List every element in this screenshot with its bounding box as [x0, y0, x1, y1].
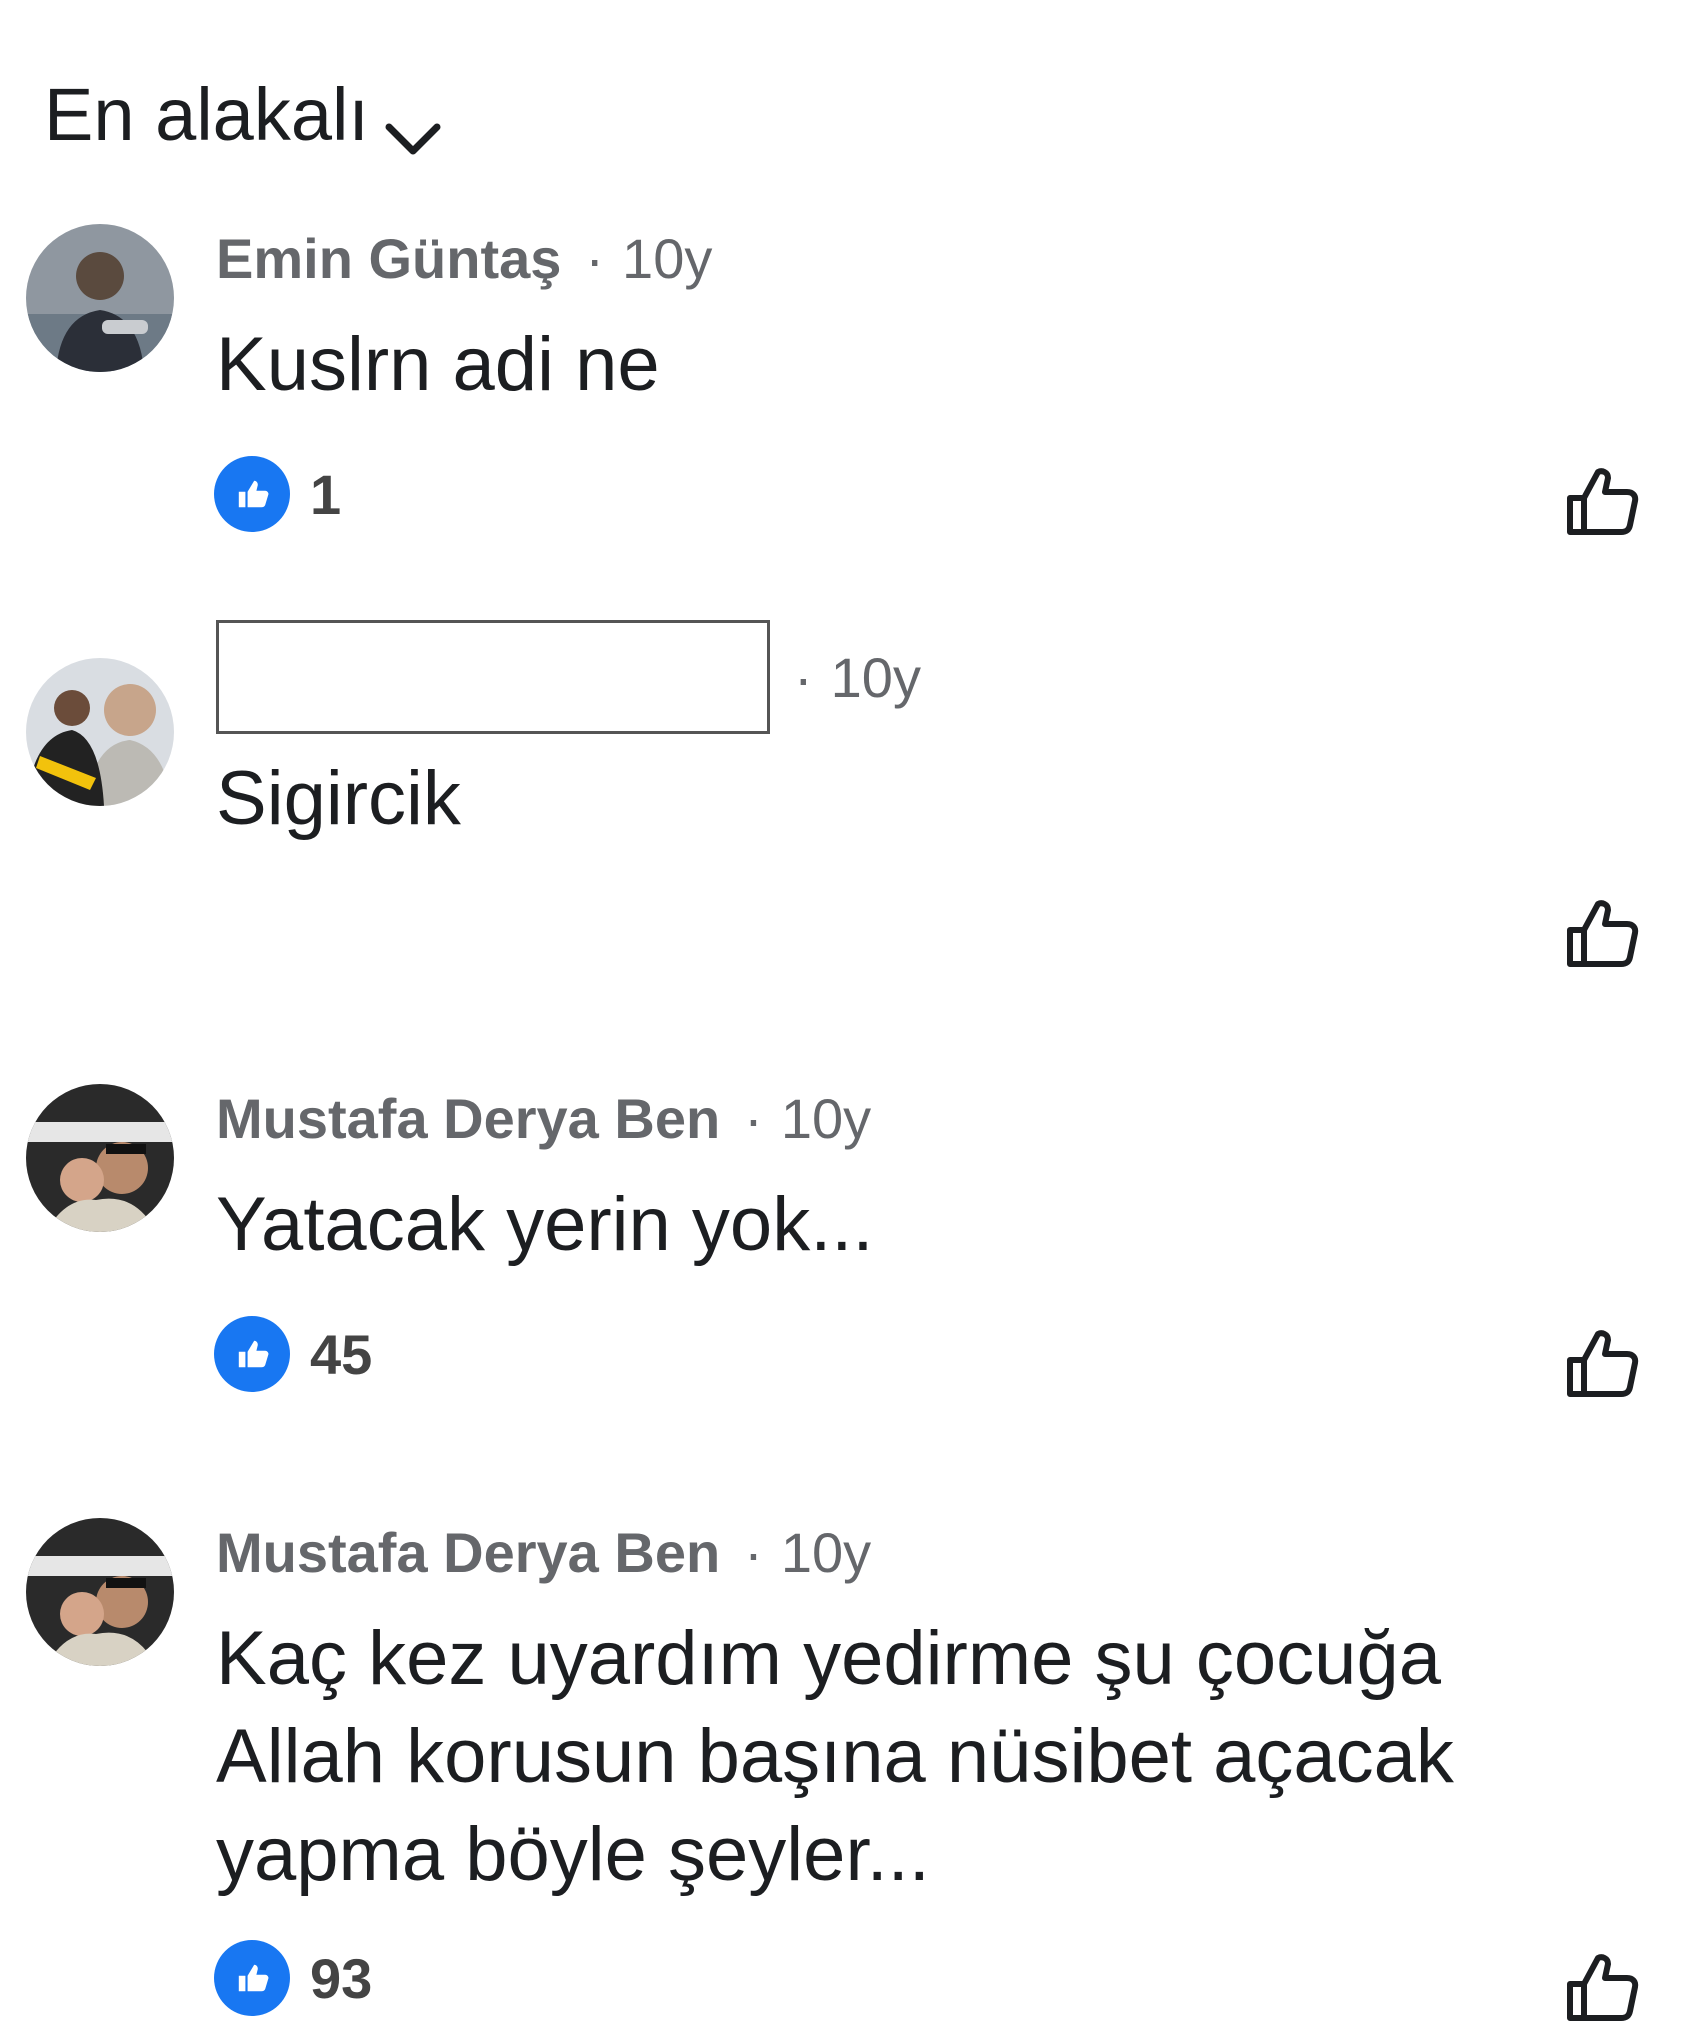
comment-author[interactable]: Mustafa Derya Ben — [216, 1520, 720, 1585]
comment-text: Sigircik — [216, 756, 461, 841]
like-reaction-icon — [214, 1316, 290, 1392]
like-count: 45 — [310, 1322, 373, 1386]
like-count: 1 — [310, 462, 342, 526]
comment-meta: Mustafa Derya Ben · 10y — [216, 1086, 871, 1151]
comment-text-line: Allah korusun başına nüsibet açacak — [216, 1714, 1454, 1799]
reaction-summary[interactable]: 45 — [214, 1316, 372, 1392]
separator: · — [794, 645, 813, 709]
like-button[interactable] — [1560, 458, 1644, 542]
comment-meta: · 10y — [216, 620, 921, 734]
avatar[interactable] — [26, 1084, 174, 1232]
separator: · — [744, 1087, 763, 1150]
reaction-summary[interactable]: 1 — [214, 456, 341, 532]
comment-text-line: yapma böyle şeyler... — [216, 1812, 930, 1897]
like-count: 93 — [310, 1946, 373, 2010]
comment-text-line: Kaç kez uyardım yedirme şu çocuğa — [216, 1616, 1441, 1701]
comment-time[interactable]: 10y — [781, 1086, 871, 1151]
comment-time[interactable]: 10y — [781, 1520, 871, 1585]
comment-text: Yatacak yerin yok... — [216, 1182, 874, 1267]
reaction-summary[interactable]: 93 — [214, 1940, 372, 2016]
comment-author[interactable]: Mustafa Derya Ben — [216, 1086, 720, 1151]
like-button[interactable] — [1560, 1944, 1644, 2028]
like-button[interactable] — [1560, 1320, 1644, 1404]
separator: · — [585, 227, 605, 290]
like-reaction-icon — [214, 456, 290, 532]
comment-text: Kaç kez uyardım yedirme şu çocuğa Allah … — [216, 1610, 1556, 1904]
avatar[interactable] — [26, 658, 174, 806]
sort-dropdown[interactable]: En alakalı — [44, 72, 443, 157]
like-reaction-icon — [214, 1940, 290, 2016]
comment-time[interactable]: 10y — [831, 645, 921, 710]
avatar[interactable] — [26, 1518, 174, 1666]
comment-time[interactable]: 10y — [622, 226, 712, 291]
avatar[interactable] — [26, 224, 174, 372]
like-button[interactable] — [1560, 890, 1644, 974]
redacted-author-box — [216, 620, 770, 734]
comment-author[interactable]: Emin Güntaş — [216, 226, 561, 291]
comment-meta: Emin Güntaş · 10y — [216, 226, 712, 291]
comment-text: Kuslrn adi ne — [216, 322, 660, 407]
separator: · — [744, 1521, 763, 1584]
sort-label: En alakalı — [44, 73, 369, 156]
comment-meta: Mustafa Derya Ben · 10y — [216, 1520, 871, 1585]
chevron-down-icon — [383, 93, 443, 154]
